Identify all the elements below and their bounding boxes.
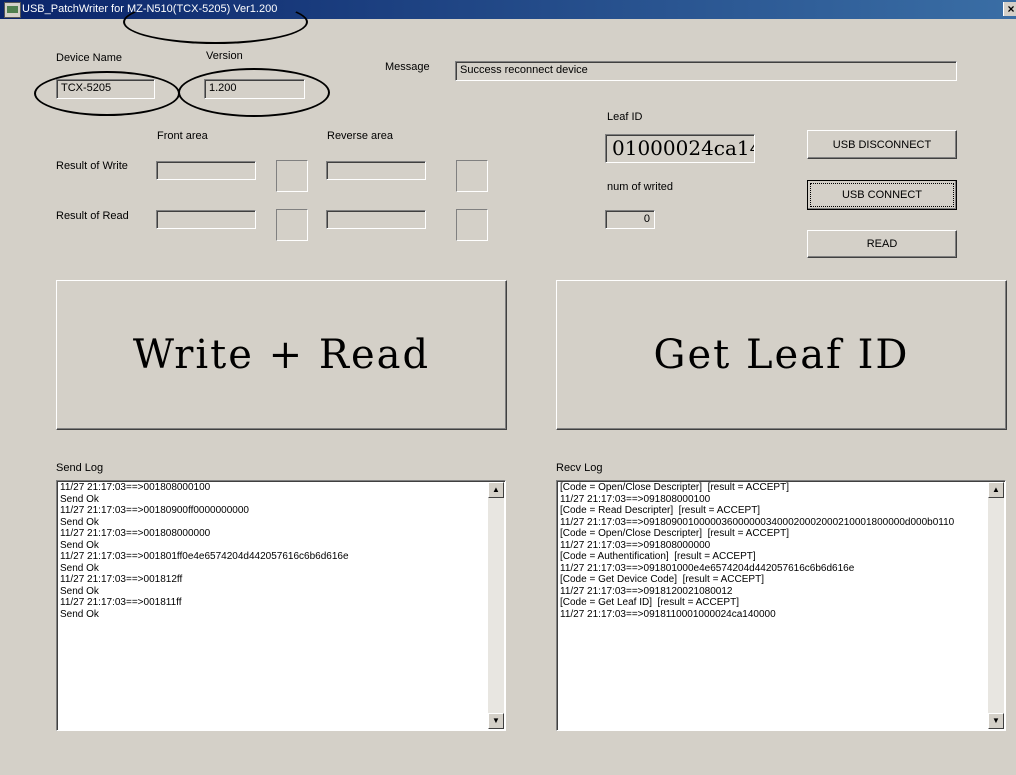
recv-log-scrollbar[interactable]: ▲ ▼ <box>988 482 1004 729</box>
send-log-textarea[interactable]: 11/27 21:17:03==>001808000100 Send Ok 11/2… <box>56 480 506 731</box>
log-line: [Code = Open/Close Descripter] [result =… <box>560 528 789 539</box>
log-line: 11/27 21:17:03==>091808000100 <box>560 493 711 505</box>
result-of-read-label: Result of Read <box>56 210 129 222</box>
log-line: 11/27 21:17:03==>001808000000 <box>60 528 211 539</box>
reverse-write-indicator <box>456 160 488 192</box>
device-name-label: Device Name <box>56 52 123 64</box>
log-line: Send Ok <box>60 493 99 505</box>
num-of-writed-field: 0 <box>605 210 655 229</box>
log-line: 11/27 21:17:03==>091808000000 <box>560 539 711 551</box>
reverse-area-label: Reverse area <box>327 130 394 142</box>
app-icon <box>4 2 21 18</box>
log-line: [Code = Open/Close Descripter] [result =… <box>560 482 789 493</box>
log-line: 11/27 21:17:03==>091801000e4e6574204d442… <box>560 562 855 574</box>
num-of-writed-label: num of writed <box>607 181 674 193</box>
log-line: Send Ok <box>60 516 99 528</box>
log-line: [Code = Authentification] [result = ACCE… <box>560 551 756 562</box>
usb-connect-button[interactable]: USB CONNECT <box>807 180 957 210</box>
scroll-down-arrow-icon[interactable]: ▼ <box>488 713 504 729</box>
close-icon[interactable]: × <box>1003 2 1016 16</box>
log-line: 11/27 21:17:03==>0918120021080012 <box>560 585 733 597</box>
log-line: Send Ok <box>60 539 99 551</box>
log-line: 11/27 21:17:03==>001801ff0e4e6574204d442… <box>60 551 349 562</box>
log-line: 11/27 21:17:03==>00180900ff0000000000 <box>60 505 249 516</box>
scroll-down-arrow-icon[interactable]: ▼ <box>988 713 1004 729</box>
send-log-label: Send Log <box>56 462 104 474</box>
leaf-id-label: Leaf ID <box>607 111 643 123</box>
scroll-up-arrow-icon[interactable]: ▲ <box>488 482 504 498</box>
message-field: Success reconnect device <box>455 61 957 81</box>
front-write-field <box>156 161 256 180</box>
message-label: Message <box>385 61 430 73</box>
send-log-scrollbar[interactable]: ▲ ▼ <box>488 482 504 729</box>
log-line: [Code = Get Device Code] [result = ACCEP… <box>560 574 764 585</box>
log-line: 11/27 21:17:03==>09180900100000360000003… <box>560 516 955 528</box>
log-line: 11/27 21:17:03==>001812ff <box>60 574 183 585</box>
recv-log-textarea[interactable]: [Code = Open/Close Descripter] [result =… <box>556 480 1006 731</box>
result-of-write-label: Result of Write <box>56 160 128 172</box>
reverse-read-field <box>326 210 426 229</box>
reverse-write-field <box>326 161 426 180</box>
get-leaf-id-button[interactable]: Get Leaf ID <box>556 280 1007 430</box>
version-label: Version <box>206 50 243 62</box>
log-line: 11/27 21:17:03==>001811ff <box>60 597 182 608</box>
window-title: USB_PatchWriter for MZ-N510(TCX-5205) Ve… <box>22 3 278 15</box>
log-line: Send Ok <box>60 562 99 574</box>
read-button[interactable]: READ <box>807 230 957 258</box>
recv-log-text: [Code = Open/Close Descripter] [result =… <box>560 482 954 620</box>
front-read-field <box>156 210 256 229</box>
leaf-id-field: 01000024ca14 <box>605 134 755 163</box>
log-line: 11/27 21:17:03==>0918110001000024ca14000… <box>560 608 776 620</box>
log-line: Send Ok <box>60 608 99 620</box>
log-line: [Code = Get Leaf ID] [result = ACCEPT] <box>560 597 739 608</box>
write-read-button[interactable]: Write + Read <box>56 280 507 430</box>
front-write-indicator <box>276 160 308 192</box>
recv-log-label: Recv Log <box>556 462 603 474</box>
title-bar: USB_PatchWriter for MZ-N510(TCX-5205) Ve… <box>0 0 1016 19</box>
front-read-indicator <box>276 209 308 241</box>
version-field: 1.200 <box>204 79 305 99</box>
reverse-read-indicator <box>456 209 488 241</box>
log-line: Send Ok <box>60 585 99 597</box>
log-line: [Code = Read Descripter] [result = ACCEP… <box>560 505 761 516</box>
device-name-field: TCX-5205 <box>56 79 155 99</box>
front-area-label: Front area <box>157 130 208 142</box>
usb-disconnect-button[interactable]: USB DISCONNECT <box>807 130 957 159</box>
log-line: 11/27 21:17:03==>001808000100 <box>60 482 211 493</box>
send-log-text: 11/27 21:17:03==>001808000100 Send Ok 11/2… <box>60 482 349 620</box>
scroll-up-arrow-icon[interactable]: ▲ <box>988 482 1004 498</box>
